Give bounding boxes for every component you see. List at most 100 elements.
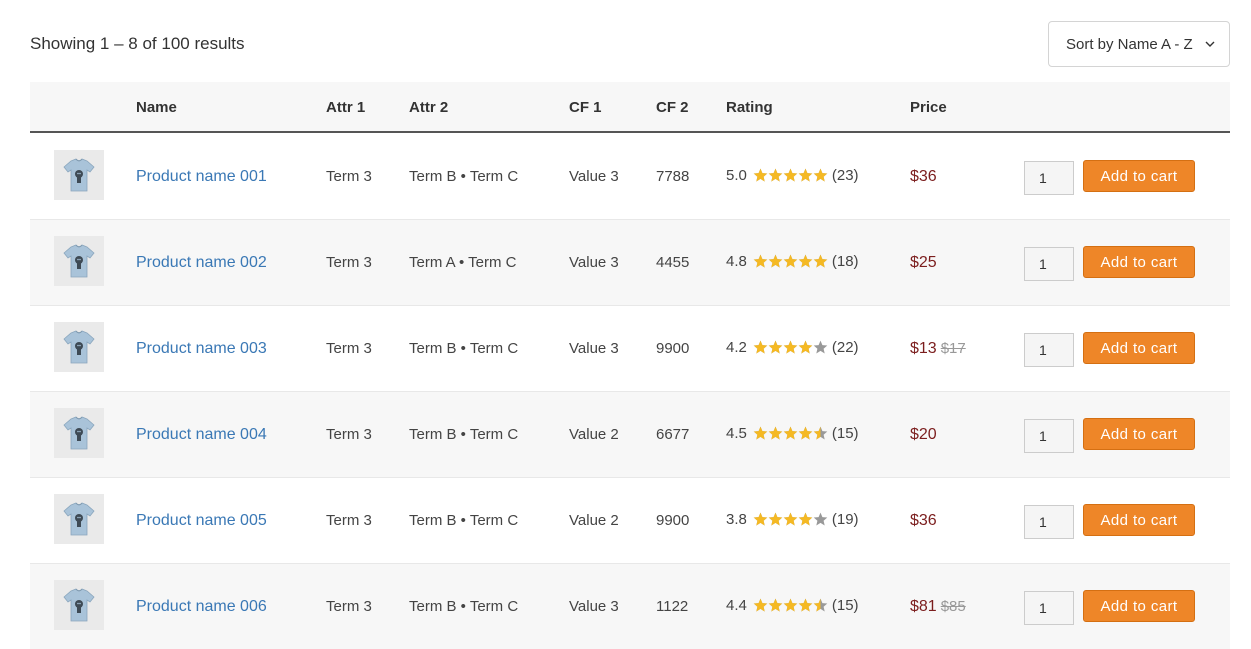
- star-icon: [813, 512, 828, 526]
- product-rating: 4.5 (15): [726, 425, 859, 442]
- rating-value: 4.2: [726, 339, 747, 356]
- product-thumbnail[interactable]: [54, 580, 104, 630]
- add-to-cart-button[interactable]: Add to cart: [1083, 418, 1195, 450]
- product-name-link[interactable]: Product name 003: [136, 340, 267, 358]
- table-header: Name Attr 1 Attr 2 CF 1 CF 2 Rating Pric…: [30, 82, 1230, 133]
- add-to-cart-button[interactable]: Add to cart: [1083, 246, 1195, 278]
- star-icon: [813, 340, 828, 354]
- sort-select-label: Sort by Name A - Z: [1066, 35, 1193, 53]
- product-rating: 4.2 (22): [726, 339, 859, 356]
- quantity-input[interactable]: [1024, 591, 1074, 625]
- rating-stars: [753, 168, 828, 183]
- review-count: (23): [831, 167, 859, 184]
- column-header-cf1[interactable]: CF 1: [569, 99, 602, 116]
- star-icon: [753, 512, 768, 526]
- current-price: $36: [910, 168, 937, 185]
- star-icon: [753, 254, 768, 268]
- product-cf2: 1122: [656, 598, 689, 615]
- product-thumbnail[interactable]: [54, 150, 104, 200]
- review-count: (15): [831, 597, 859, 614]
- rating-stars: [753, 254, 828, 269]
- table-row: Product name 001 Term 3 Term B • Term C …: [30, 134, 1230, 220]
- table-row: Product name 003 Term 3 Term B • Term C …: [30, 306, 1230, 392]
- product-name-link[interactable]: Product name 001: [136, 168, 267, 186]
- column-header-name[interactable]: Name: [136, 99, 177, 116]
- star-icon: [798, 598, 813, 612]
- sort-select[interactable]: Sort by Name A - Z: [1048, 21, 1230, 67]
- star-icon: [768, 426, 783, 440]
- star-icon: [813, 254, 828, 268]
- product-attr1: Term 3: [326, 512, 372, 529]
- product-price: $25: [910, 254, 941, 272]
- product-thumbnail[interactable]: [54, 494, 104, 544]
- rating-value: 4.4: [726, 597, 747, 614]
- tshirt-icon: [63, 416, 95, 450]
- product-thumbnail[interactable]: [54, 236, 104, 286]
- product-attr1: Term 3: [326, 340, 372, 357]
- add-to-cart-button[interactable]: Add to cart: [1083, 160, 1195, 192]
- star-icon: [753, 340, 768, 354]
- product-cf2: 6677: [656, 426, 690, 443]
- quantity-input[interactable]: [1024, 247, 1074, 281]
- product-attr2: Term B • Term C: [409, 168, 519, 185]
- star-icon: [753, 426, 768, 440]
- product-price: $36: [910, 512, 941, 530]
- product-attr1: Term 3: [326, 254, 372, 271]
- product-price: $20: [910, 426, 941, 444]
- shop-toolbar: Showing 1 – 8 of 100 results Sort by Nam…: [30, 21, 1230, 67]
- product-name-link[interactable]: Product name 002: [136, 254, 267, 272]
- product-cf1: Value 2: [569, 426, 619, 443]
- product-thumbnail[interactable]: [54, 322, 104, 372]
- product-attr1: Term 3: [326, 598, 372, 615]
- current-price: $81: [910, 598, 937, 615]
- product-cf1: Value 3: [569, 340, 619, 357]
- column-header-price[interactable]: Price: [910, 99, 947, 116]
- table-row: Product name 005 Term 3 Term B • Term C …: [30, 478, 1230, 564]
- product-name-link[interactable]: Product name 005: [136, 512, 267, 530]
- quantity-input[interactable]: [1024, 419, 1074, 453]
- current-price: $36: [910, 512, 937, 529]
- product-name-link[interactable]: Product name 006: [136, 598, 267, 616]
- product-cf2: 7788: [656, 168, 690, 185]
- review-count: (18): [831, 253, 859, 270]
- star-icon: [798, 512, 813, 526]
- add-to-cart-button[interactable]: Add to cart: [1083, 590, 1195, 622]
- column-header-attr1[interactable]: Attr 1: [326, 99, 365, 116]
- tshirt-icon: [63, 330, 95, 364]
- star-icon: [783, 598, 798, 612]
- product-thumbnail[interactable]: [54, 408, 104, 458]
- rating-value: 4.5: [726, 425, 747, 442]
- tshirt-icon: [63, 502, 95, 536]
- column-header-rating[interactable]: Rating: [726, 99, 773, 116]
- product-rating: 3.8 (19): [726, 511, 859, 528]
- star-icon: [783, 254, 798, 268]
- product-attr1: Term 3: [326, 168, 372, 185]
- add-to-cart-button[interactable]: Add to cart: [1083, 504, 1195, 536]
- product-price: $36: [910, 168, 941, 186]
- star-icon: [798, 168, 813, 182]
- add-to-cart-button[interactable]: Add to cart: [1083, 332, 1195, 364]
- star-icon: [768, 254, 783, 268]
- tshirt-icon: [63, 158, 95, 192]
- column-header-cf2[interactable]: CF 2: [656, 99, 689, 116]
- star-icon: [753, 168, 768, 182]
- quantity-input[interactable]: [1024, 161, 1074, 195]
- product-cf2: 9900: [656, 512, 690, 529]
- product-cf1: Value 3: [569, 254, 619, 271]
- star-icon: [768, 340, 783, 354]
- quantity-input[interactable]: [1024, 333, 1074, 367]
- star-icon: [813, 598, 828, 612]
- product-attr2: Term B • Term C: [409, 512, 519, 529]
- product-name-link[interactable]: Product name 004: [136, 426, 267, 444]
- old-price: $85: [940, 598, 966, 615]
- star-icon: [798, 426, 813, 440]
- product-attr2: Term B • Term C: [409, 598, 519, 615]
- table-row: Product name 002 Term 3 Term A • Term C …: [30, 220, 1230, 306]
- quantity-input[interactable]: [1024, 505, 1074, 539]
- star-icon: [813, 168, 828, 182]
- column-header-attr2[interactable]: Attr 2: [409, 99, 448, 116]
- star-icon: [768, 512, 783, 526]
- product-attr2: Term B • Term C: [409, 340, 519, 357]
- rating-stars: [753, 512, 828, 527]
- tshirt-icon: [63, 588, 95, 622]
